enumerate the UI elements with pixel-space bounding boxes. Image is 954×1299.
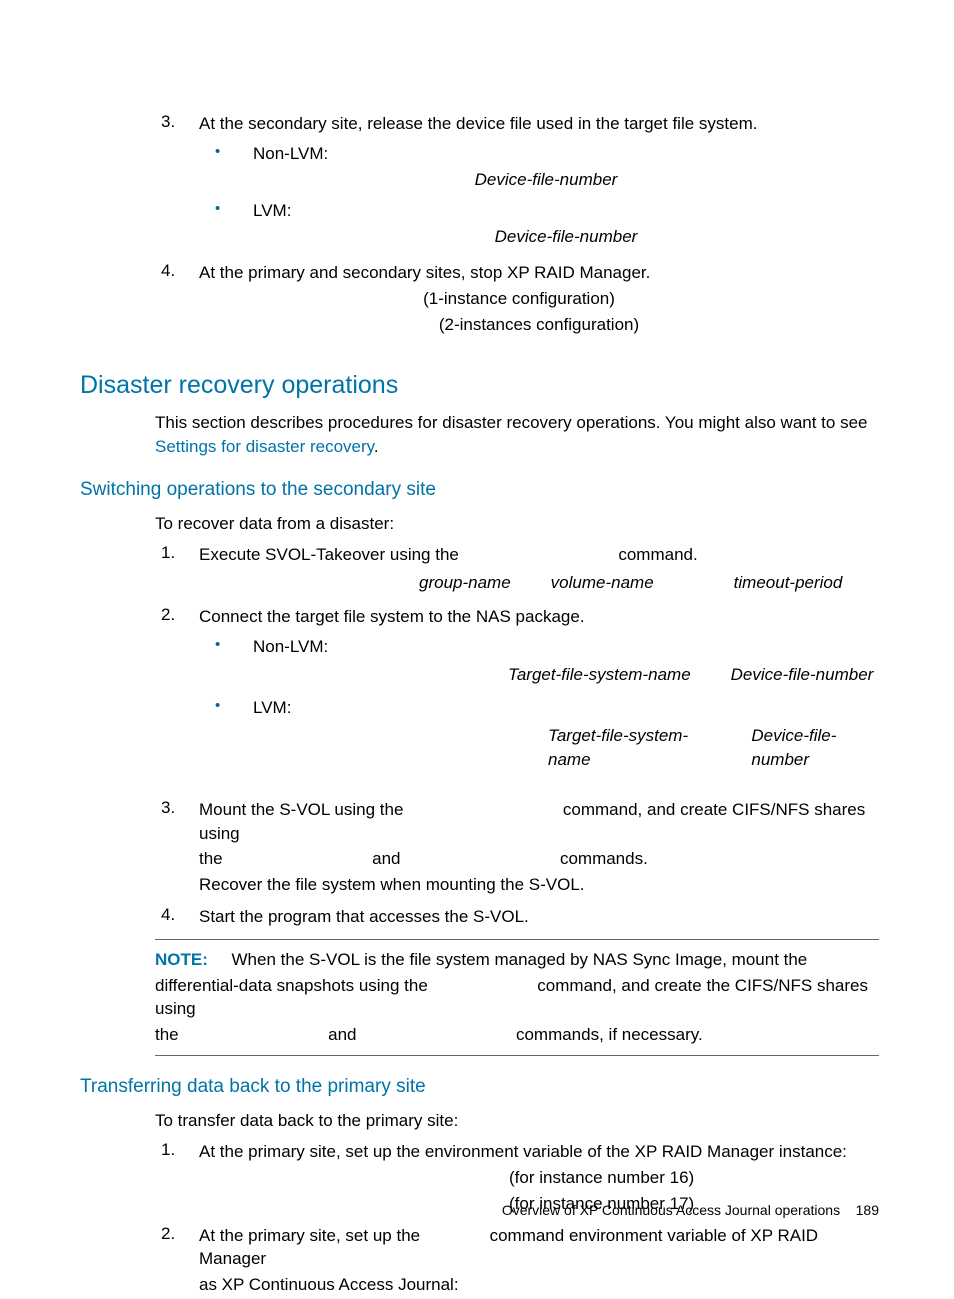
switch-step-3-a: Mount the S-VOL using the	[199, 800, 403, 819]
switch-step-4: 4. Start the program that accesses the S…	[155, 903, 879, 931]
switch-step-4-number: 4.	[155, 903, 199, 931]
step-3-bullets: Non-LVM: Device-file-number LVM: Device-…	[199, 140, 879, 251]
disaster-intro: This section describes procedures for di…	[155, 411, 879, 459]
note-f: commands, if necessary.	[516, 1025, 703, 1044]
note-line2: differential-data snapshots using the co…	[155, 974, 879, 1022]
step-3-lvm-detail: Device-file-number	[253, 225, 879, 249]
transfer-step-1-d1: (for instance number 16)	[509, 1166, 879, 1190]
switch-step-2-bullets: Non-LVM: Target-file-system-name Device-…	[199, 633, 879, 776]
note-b: differential-data snapshots using the	[155, 976, 428, 995]
switch-step-3-line1: Mount the S-VOL using the command, and c…	[199, 798, 879, 846]
page-footer: Overview of XP Continuous Access Journal…	[502, 1201, 879, 1221]
transfer-step-2-c: as XP Continuous Access Journal:	[199, 1273, 879, 1297]
switch-step-2-lvm-p1: Target-file-system-name	[548, 724, 711, 772]
transfer-step-2: 2. At the primary site, set up the comma…	[155, 1222, 879, 1299]
switch-step-2-lvm-label: LVM:	[253, 696, 879, 720]
switch-step-2-nonlvm-params: Target-file-system-name Device-file-numb…	[508, 663, 879, 687]
switch-step-3-c: the	[199, 849, 223, 868]
disaster-intro-b: .	[374, 437, 379, 456]
switch-step-2-lvm-params: Target-file-system-name Device-file-numb…	[548, 724, 879, 772]
switch-step-1-params: group-name volume-name timeout-period	[419, 571, 879, 595]
prior-steps-list: 3. At the secondary site, release the de…	[155, 110, 879, 338]
disaster-intro-link[interactable]: Settings for disaster recovery	[155, 437, 374, 456]
switch-step-3-d: and	[372, 849, 400, 868]
note-line1: NOTE: When the S-VOL is the file system …	[155, 948, 879, 972]
switch-step-1-number: 1.	[155, 541, 199, 599]
step-3: 3. At the secondary site, release the de…	[155, 110, 879, 255]
footer-page: 189	[856, 1202, 879, 1218]
switch-step-2-nonlvm-p2: Device-file-number	[731, 663, 874, 687]
switch-step-2-nonlvm: Non-LVM: Target-file-system-name Device-…	[199, 633, 879, 691]
switch-step-2-nonlvm-label: Non-LVM:	[253, 635, 879, 659]
step-3-lvm: LVM: Device-file-number	[199, 197, 879, 251]
switch-step-1-p3: timeout-period	[734, 571, 843, 595]
switch-step-3: 3. Mount the S-VOL using the command, an…	[155, 796, 879, 899]
note-a: When the S-VOL is the file system manage…	[232, 950, 808, 969]
step-3-text: At the secondary site, release the devic…	[199, 112, 879, 136]
switch-step-2-lvm: LVM: Target-file-system-name Device-file…	[199, 694, 879, 775]
transfer-heading: Transferring data back to the primary si…	[80, 1074, 879, 1101]
note-label: NOTE:	[155, 950, 208, 969]
switch-step-2-text: Connect the target file system to the NA…	[199, 605, 879, 629]
switch-step-2-number: 2.	[155, 603, 199, 780]
switch-step-2: 2. Connect the target file system to the…	[155, 603, 879, 780]
note-e: and	[328, 1025, 356, 1044]
disaster-heading: Disaster recovery operations	[80, 368, 879, 403]
note-d: the	[155, 1025, 179, 1044]
transfer-step-1-text: At the primary site, set up the environm…	[199, 1140, 879, 1164]
switch-step-3-e: commands.	[560, 849, 648, 868]
switch-step-1-p1: group-name	[419, 571, 511, 595]
step-4: 4. At the primary and secondary sites, s…	[155, 259, 879, 338]
switch-step-3-f: Recover the file system when mounting th…	[199, 873, 879, 897]
step-3-nonlvm-detail: Device-file-number	[213, 168, 879, 192]
switch-step-4-text: Start the program that accesses the S-VO…	[199, 905, 879, 929]
transfer-intro: To transfer data back to the primary sit…	[155, 1109, 879, 1133]
transfer-step-2-line1: At the primary site, set up the command …	[199, 1224, 879, 1272]
step-3-nonlvm-label: Non-LVM:	[253, 142, 879, 166]
step-3-lvm-label: LVM:	[253, 199, 879, 223]
disaster-intro-a: This section describes procedures for di…	[155, 413, 867, 432]
switch-step-2-lvm-p2: Device-file-number	[751, 724, 879, 772]
step-4-detail-2: (2-instances configuration)	[199, 313, 879, 337]
footer-text: Overview of XP Continuous Access Journal…	[502, 1202, 840, 1218]
note-line3: the and commands, if necessary.	[155, 1023, 879, 1047]
step-4-detail-1: (1-instance configuration)	[159, 287, 879, 311]
step-3-nonlvm: Non-LVM: Device-file-number	[199, 140, 879, 194]
switch-step-3-number: 3.	[155, 796, 199, 899]
note-block: NOTE: When the S-VOL is the file system …	[155, 939, 879, 1056]
switch-heading: Switching operations to the secondary si…	[80, 477, 879, 504]
switch-step-3-line2: the and commands.	[199, 847, 879, 871]
transfer-step-2-number: 2.	[155, 1222, 199, 1299]
step-4-text: At the primary and secondary sites, stop…	[199, 261, 879, 285]
switch-step-1-a: Execute SVOL-Takeover using the	[199, 545, 459, 564]
transfer-step-2-a: At the primary site, set up the	[199, 1226, 420, 1245]
switch-step-1: 1. Execute SVOL-Takeover using the comma…	[155, 541, 879, 599]
switch-steps-list: 1. Execute SVOL-Takeover using the comma…	[155, 541, 879, 930]
switch-step-1-b: command.	[618, 545, 697, 564]
switch-intro: To recover data from a disaster:	[155, 512, 879, 536]
switch-step-1-line: Execute SVOL-Takeover using the command.	[199, 543, 879, 567]
switch-step-2-nonlvm-p1: Target-file-system-name	[508, 663, 691, 687]
step-3-number: 3.	[155, 110, 199, 255]
switch-step-1-p2: volume-name	[551, 571, 654, 595]
transfer-step-1-number: 1.	[155, 1138, 199, 1217]
